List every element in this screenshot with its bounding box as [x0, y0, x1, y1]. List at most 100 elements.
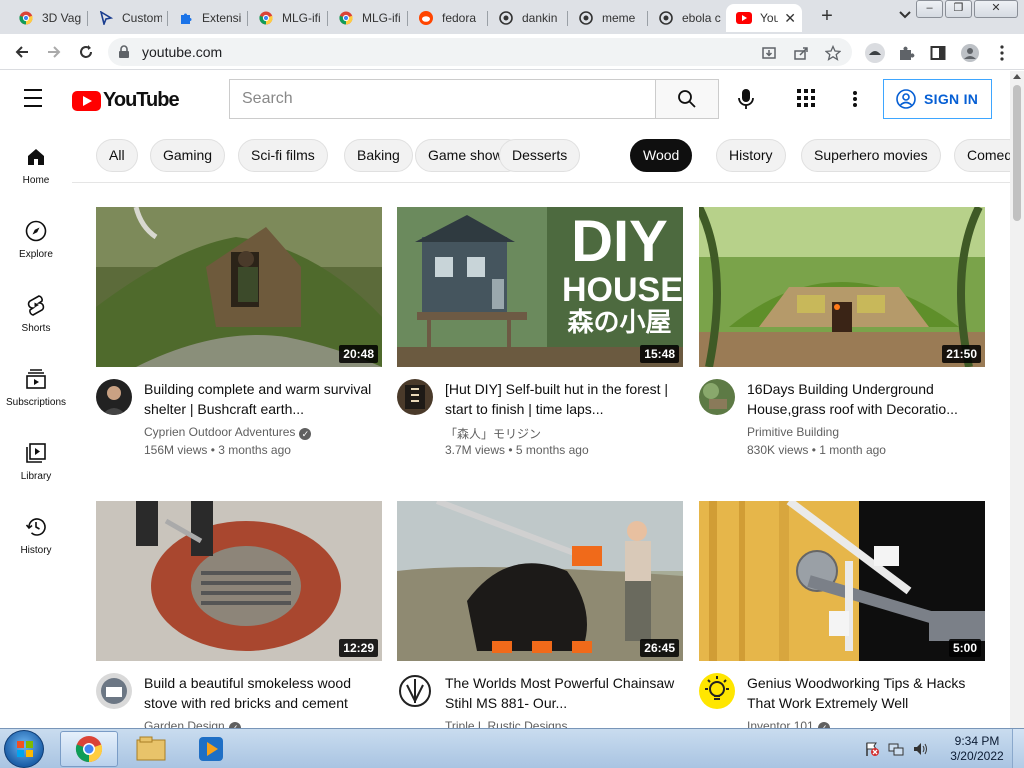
bookmark-star-icon[interactable] [824, 44, 842, 62]
minimize-button[interactable]: – [916, 0, 943, 18]
extension-profile-icon[interactable] [864, 42, 886, 64]
browser-tab[interactable]: MLG-ifi [328, 4, 408, 32]
guide-item-subscriptions[interactable]: Subscriptions [0, 349, 72, 419]
scrollbar-thumb[interactable] [1013, 85, 1021, 221]
video-title[interactable]: 16Days Building Underground House,grass … [747, 379, 979, 419]
new-tab-button[interactable]: + [817, 6, 837, 28]
scroll-up-arrow-icon[interactable] [1013, 74, 1021, 79]
guide-item-home[interactable]: Home [0, 127, 72, 197]
filter-chip[interactable]: Baking [344, 139, 413, 172]
video-title[interactable]: Building complete and warm survival shel… [144, 379, 376, 419]
action-center-flag-icon[interactable] [864, 741, 880, 762]
video-thumbnail[interactable]: 5:00 [699, 501, 985, 661]
channel-name-row[interactable]: Primitive Building [747, 425, 839, 439]
channel-name[interactable]: Triple L Rustic Designs [445, 719, 567, 728]
channel-name-row[interactable]: Cyprien Outdoor Adventures ✓ [144, 425, 312, 440]
forward-button[interactable] [42, 40, 66, 64]
filter-chip[interactable]: Gaming [150, 139, 226, 172]
video-title[interactable]: [Hut DIY] Self-built hut in the forest |… [445, 379, 677, 419]
filter-chip[interactable]: All [96, 139, 138, 172]
video-thumbnail[interactable]: DIY HOUSE 森の小屋 15:48 [397, 207, 683, 367]
channel-name[interactable]: Garden Design [144, 719, 225, 728]
tab-close-icon[interactable]: ✕ [784, 10, 796, 27]
filter-chip[interactable]: Superhero movies [801, 139, 941, 172]
taskbar-chrome[interactable] [60, 731, 118, 767]
browser-tab[interactable]: You ✕ [726, 4, 802, 32]
channel-name[interactable]: Cyprien Outdoor Adventures [144, 425, 295, 439]
voice-search-button[interactable] [734, 87, 758, 111]
video-title[interactable]: The Worlds Most Powerful Chainsaw Stihl … [445, 673, 677, 713]
filter-chip[interactable]: History [716, 139, 786, 172]
tab-search-icon[interactable] [896, 8, 914, 26]
video-thumbnail[interactable]: 21:50 [699, 207, 985, 367]
filter-chip[interactable]: Comed [954, 139, 1010, 172]
page-scrollbar[interactable] [1010, 71, 1024, 728]
channel-name-row[interactable]: Garden Design ✓ [144, 719, 241, 728]
channel-name-row[interactable]: Triple L Rustic Designs [445, 719, 567, 728]
restore-button[interactable]: ❐ [945, 0, 972, 18]
channel-avatar[interactable] [397, 379, 433, 415]
channel-avatar[interactable] [699, 379, 735, 415]
video-title[interactable]: Genius Woodworking Tips & Hacks That Wor… [747, 673, 979, 713]
extensions-puzzle-icon[interactable] [895, 42, 917, 64]
video-card[interactable]: 12:29 Build a beautiful smokeless wood st… [96, 501, 382, 728]
browser-tab[interactable]: Extensi [168, 4, 248, 32]
start-button[interactable] [4, 730, 44, 768]
channel-avatar[interactable] [96, 673, 132, 709]
guide-item-history[interactable]: History [0, 497, 72, 567]
youtube-logo[interactable]: YouTube [72, 89, 180, 112]
chrome-menu-icon[interactable] [991, 42, 1013, 64]
volume-icon[interactable] [912, 741, 928, 762]
show-desktop-button[interactable] [1012, 729, 1024, 768]
browser-tab[interactable]: ebola c [648, 4, 728, 32]
browser-tab[interactable]: Custom [88, 4, 168, 32]
share-icon[interactable] [792, 44, 810, 62]
side-panel-icon[interactable] [927, 42, 949, 64]
channel-name[interactable]: 「森人」モリジン [445, 427, 541, 441]
taskbar-media-player[interactable] [182, 731, 240, 767]
video-title[interactable]: Build a beautiful smokeless wood stove w… [144, 673, 376, 713]
browser-tab[interactable]: 3D Vag [8, 4, 88, 32]
video-thumbnail[interactable]: 12:29 [96, 501, 382, 661]
guide-item-library[interactable]: Library [0, 423, 72, 493]
video-card[interactable]: DIY HOUSE 森の小屋 15:48 [Hut DIY] Self-built hu… [397, 207, 683, 477]
lock-icon[interactable] [118, 45, 130, 64]
browser-tab[interactable]: MLG-ifi [248, 4, 328, 32]
taskbar-clock[interactable]: 9:34 PM 3/20/2022 [944, 734, 1010, 764]
browser-tab[interactable]: meme [568, 4, 648, 32]
channel-name[interactable]: Primitive Building [747, 425, 839, 439]
video-card[interactable]: 26:45 The Worlds Most Powerful Chainsaw S… [397, 501, 683, 728]
address-bar[interactable]: youtube.com [108, 38, 852, 66]
channel-name-row[interactable]: 「森人」モリジン [445, 425, 541, 442]
video-card[interactable]: 5:00 Genius Woodworking Tips & Hacks That… [699, 501, 985, 728]
browser-tab[interactable]: fedora [408, 4, 488, 32]
profile-avatar-icon[interactable] [959, 42, 981, 64]
filter-chip[interactable]: Sci-fi films [238, 139, 328, 172]
browser-tab[interactable]: dankin [488, 4, 568, 32]
video-thumbnail[interactable]: 26:45 [397, 501, 683, 661]
apps-grid-icon[interactable] [796, 88, 818, 110]
channel-avatar[interactable] [96, 379, 132, 415]
settings-more-icon[interactable] [846, 88, 864, 110]
search-button[interactable] [655, 79, 719, 119]
video-card[interactable]: 20:48 Building complete and warm survival… [96, 207, 382, 477]
channel-avatar[interactable] [397, 673, 433, 709]
filter-chip[interactable]: Desserts [499, 139, 581, 172]
close-window-button[interactable]: ✕ [974, 0, 1018, 18]
install-app-icon[interactable] [760, 44, 778, 62]
guide-item-explore[interactable]: Explore [0, 201, 72, 271]
video-card[interactable]: 21:50 16Days Building Underground House,g… [699, 207, 985, 477]
back-button[interactable] [10, 40, 34, 64]
sign-in-button[interactable]: SIGN IN [883, 79, 992, 119]
channel-avatar[interactable] [699, 673, 735, 709]
search-input[interactable]: Search [229, 79, 656, 119]
taskbar-file-explorer[interactable] [122, 731, 180, 767]
filter-chip[interactable]: Wood [630, 139, 693, 172]
menu-icon[interactable] [24, 89, 48, 109]
channel-name-row[interactable]: Inventor 101 ✓ [747, 719, 830, 728]
network-icon[interactable] [888, 741, 904, 762]
reload-button[interactable] [74, 40, 98, 64]
channel-name[interactable]: Inventor 101 [747, 719, 814, 728]
guide-item-shorts[interactable]: Shorts [0, 275, 72, 345]
video-thumbnail[interactable]: 20:48 [96, 207, 382, 367]
